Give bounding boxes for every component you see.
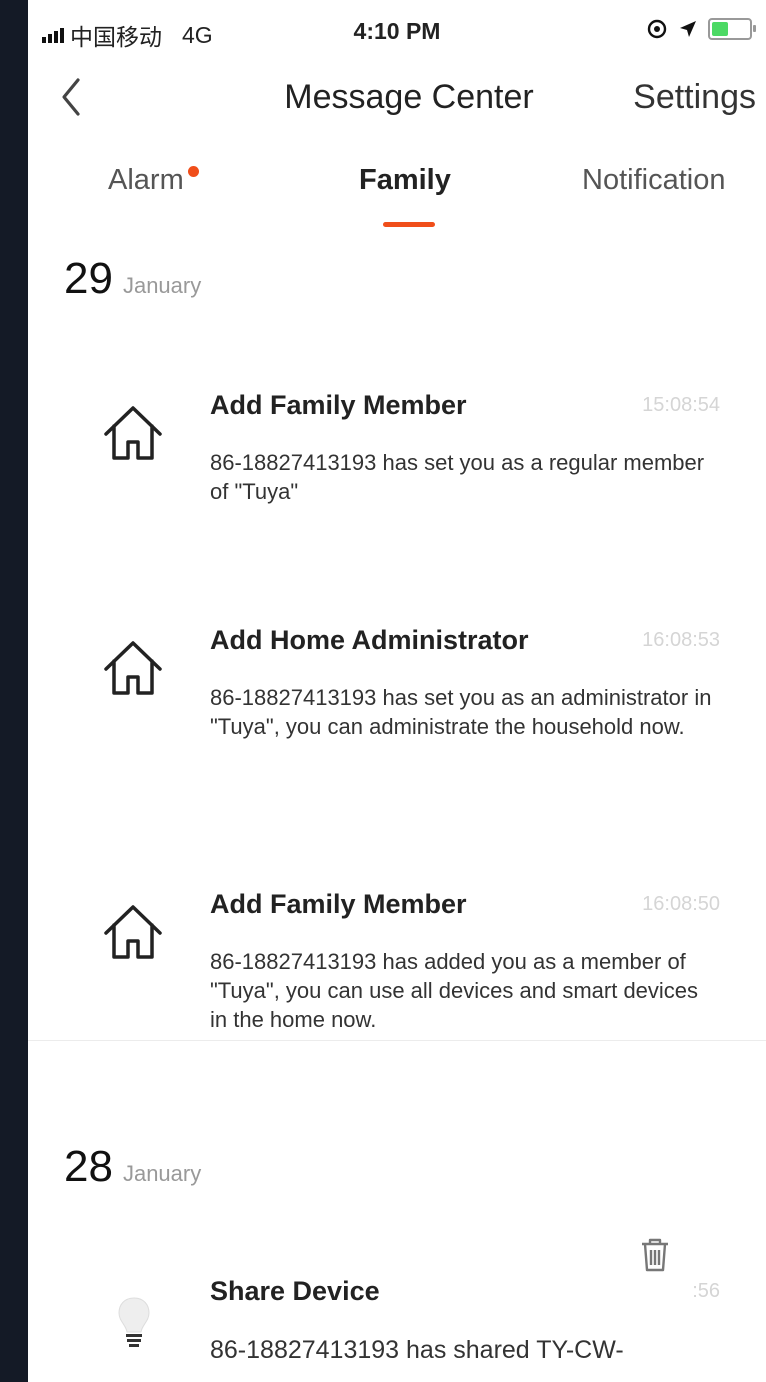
message-time: 15:08:54 bbox=[642, 394, 720, 416]
lock-rotation-icon bbox=[647, 19, 667, 39]
tab-bar: Alarm Family Notification bbox=[28, 150, 766, 230]
app-screen: 中国移动 4G 4:10 PM Message Center Settings … bbox=[28, 0, 766, 1382]
location-arrow-icon bbox=[680, 21, 696, 37]
unread-dot bbox=[187, 166, 199, 177]
status-icons bbox=[646, 18, 756, 40]
tab-alarm[interactable]: Alarm bbox=[108, 164, 199, 197]
nav-bar: Message Center Settings bbox=[28, 62, 766, 142]
trash-icon[interactable] bbox=[638, 1236, 672, 1274]
message-title: Add Family Member bbox=[210, 390, 467, 420]
tab-alarm-label: Alarm bbox=[108, 164, 184, 196]
message-body: 86-18827413193 has set you as an adminis… bbox=[210, 685, 712, 739]
tab-family[interactable]: Family bbox=[359, 164, 451, 197]
date-day: 28 bbox=[64, 1142, 113, 1191]
active-tab-indicator bbox=[383, 222, 435, 227]
message-title: Share Device bbox=[210, 1276, 380, 1306]
message-body: 86-18827413193 has shared TY-CW- bbox=[210, 1336, 624, 1364]
battery-icon bbox=[708, 18, 756, 40]
message-body: 86-18827413193 has set you as a regular … bbox=[210, 450, 705, 504]
message-title: Add Family Member bbox=[210, 889, 467, 919]
message-title: Add Home Administrator bbox=[210, 625, 529, 655]
date-month: January bbox=[122, 1161, 202, 1186]
home-icon bbox=[104, 406, 162, 460]
date-header: 28 January bbox=[64, 1142, 201, 1192]
message-time: 16:08:50 bbox=[642, 893, 720, 915]
date-header: 29 January bbox=[64, 254, 201, 304]
home-icon bbox=[104, 641, 162, 695]
section-divider bbox=[28, 1040, 766, 1041]
message-body: 86-18827413193 has added you as a member… bbox=[210, 949, 699, 1032]
date-month: January bbox=[122, 273, 202, 298]
settings-button[interactable]: Settings bbox=[633, 78, 756, 117]
status-bar: 中国移动 4G 4:10 PM bbox=[28, 0, 766, 62]
tab-notification[interactable]: Notification bbox=[582, 164, 725, 197]
message-time: 16:08:53 bbox=[642, 629, 720, 651]
message-time: :56 bbox=[692, 1280, 720, 1302]
date-day: 29 bbox=[64, 254, 113, 303]
home-icon bbox=[104, 905, 162, 959]
bulb-icon bbox=[118, 1297, 150, 1347]
